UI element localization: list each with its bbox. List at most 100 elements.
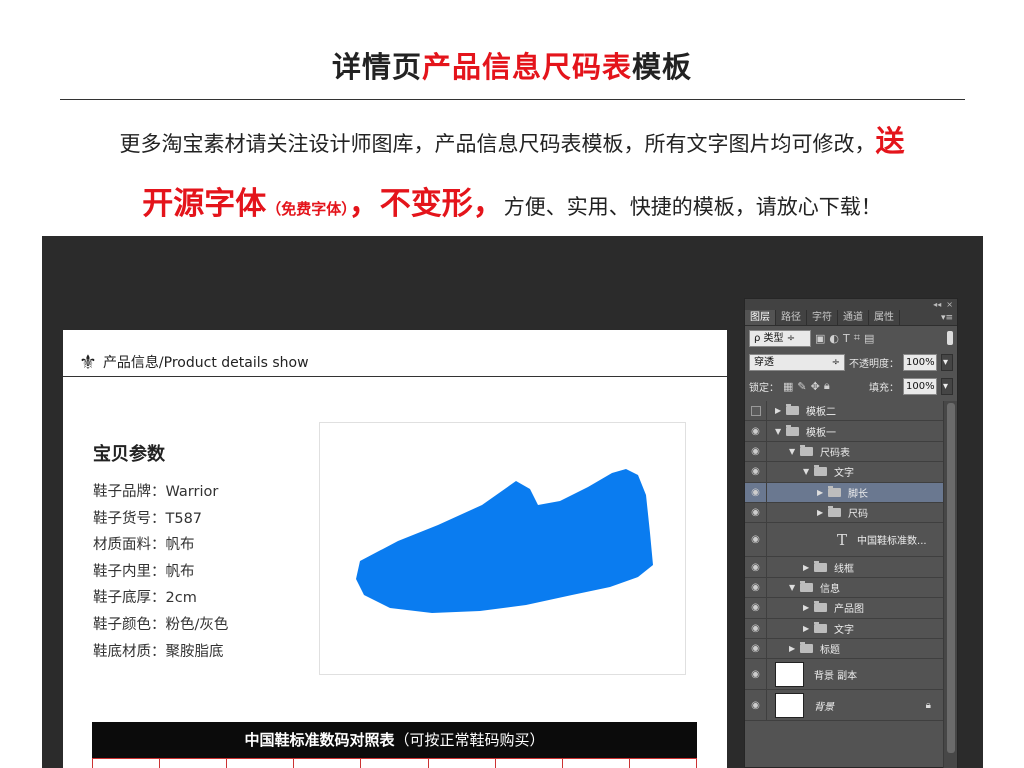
eye-icon[interactable]: ◉ [745,441,767,462]
layer-name: 文字 [834,468,854,480]
filter-toggle[interactable] [947,331,953,345]
table-cell [160,758,228,768]
layer-row[interactable]: ◉ ▶ 脚长 [745,482,943,503]
adjustment-filter-icon[interactable]: ◐ [829,332,839,345]
params-list: 鞋子品牌：Warrior 鞋子货号：T587 材质面料：帆布 鞋子内里：帆布 鞋… [93,480,228,666]
layer-row[interactable]: ◉ ▼ 文字 [745,462,943,483]
layer-content: ▼ 文字 [767,464,854,479]
expand-right-icon[interactable]: ▶ [817,508,825,517]
eye-icon[interactable]: ◉ [745,638,767,659]
tab-properties[interactable]: 属性 [869,310,900,325]
shape-filter-icon[interactable]: ⌗ [854,331,860,345]
expand-right-icon[interactable]: ▶ [803,563,811,572]
fill-input[interactable]: 100% [903,377,937,395]
tab-layers[interactable]: 图层 [745,310,776,325]
layer-row[interactable]: ◉ ▼ 尺码表 [745,441,943,463]
smart-object-filter-icon[interactable]: ▤ [864,332,874,345]
layer-content: ▶ 文字 [767,621,854,636]
expand-right-icon[interactable]: ▶ [789,644,797,653]
layer-row[interactable]: ◉ 背景 副本 [745,659,943,691]
size-chart-title: 中国鞋标准数码对照表 [244,731,395,749]
param-row: 鞋子内里：帆布 [93,563,195,580]
eye-icon[interactable]: ◉ [745,577,767,598]
intro-text-1: 更多淘宝素材请关注设计师图库，产品信息尺码表模板，所有文字图片均可修改， [119,132,876,156]
layer-name: 信息 [820,583,840,595]
layer-filter-select[interactable]: ρ 类型 ÷ [749,329,811,347]
scrollbar-thumb[interactable] [947,403,955,753]
param-row: 鞋子货号：T587 [93,510,203,527]
layer-content: ▼ 信息 [767,580,840,595]
expand-down-icon[interactable]: ▼ [789,583,797,592]
visibility-toggle[interactable] [745,401,767,421]
lock-all-icon[interactable]: 🔒︎ [824,379,830,393]
panel-titlebar[interactable]: ◂◂ × [745,299,957,310]
layer-row[interactable]: ▶ 模板二 [745,401,943,422]
eye-icon[interactable]: ◉ [745,462,767,482]
hidden-box-icon [750,405,761,416]
fill-dropdown-icon[interactable]: ▾ [941,377,953,395]
layer-row[interactable]: ◉ ▶ 标题 [745,638,943,660]
folder-icon [828,485,841,497]
eye-icon[interactable]: ◉ [745,659,767,690]
tab-character[interactable]: 字符 [807,310,838,325]
expand-right-icon[interactable]: ▶ [775,406,783,415]
folder-icon [786,424,799,436]
layer-row[interactable]: ◉ ▶ 尺码 [745,502,943,524]
opacity-label: 不透明度： [849,358,899,370]
product-image-frame[interactable] [319,422,686,675]
table-cell [428,758,496,768]
lock-pixels-icon[interactable]: ✎ [797,380,806,393]
document-canvas[interactable]: ⚜ 产品信息/Product details show 宝贝参数 鞋子品牌：Wa… [63,330,727,768]
layer-row[interactable]: ◉ ▶ 线框 [745,557,943,578]
eye-icon[interactable]: ◉ [745,482,767,502]
layer-row[interactable]: ◉ ▶ 产品图 [745,598,943,619]
expand-right-icon[interactable]: ▶ [817,488,825,497]
headline-part1: 详情页 [331,50,422,84]
expand-down-icon[interactable]: ▼ [803,467,811,476]
layer-row[interactable]: ◉ ▼ 信息 [745,577,943,599]
layer-row[interactable]: ◉ ▶ 文字 [745,618,943,639]
eye-icon[interactable]: ◉ [745,618,767,638]
text-filter-icon[interactable]: T [843,332,850,345]
eye-icon[interactable]: ◉ [745,557,767,577]
layer-name: 模板一 [806,427,836,439]
layer-content: ▶ 尺码 [767,505,868,520]
layer-row[interactable]: ◉ 背景 🔒︎ [745,690,943,722]
expand-right-icon[interactable]: ▶ [803,624,811,633]
layer-row[interactable]: ◉ T 中国鞋标准数... [745,523,943,558]
lock-transparency-icon[interactable]: ▦ [783,380,793,393]
layers-panel: ◂◂ × 图层 路径 字符 通道 属性 ▾≡ ρ 类型 ÷ ▣ ◐ T ⌗ ▤ … [744,298,958,768]
layer-name: 标题 [820,645,840,657]
collapse-icon[interactable]: ◂◂ [933,300,941,309]
eye-icon[interactable]: ◉ [745,598,767,618]
close-icon[interactable]: × [946,300,953,309]
lock-position-icon[interactable]: ✥ [811,380,820,393]
size-chart-subtitle: （可按正常鞋码购买） [394,731,545,749]
tab-paths[interactable]: 路径 [776,310,807,325]
eye-icon[interactable]: ◉ [745,421,767,441]
folder-icon [814,621,827,633]
expand-down-icon[interactable]: ▼ [775,427,783,436]
layer-name: 尺码表 [820,447,850,459]
eye-icon[interactable]: ◉ [745,690,767,721]
opacity-dropdown-icon[interactable]: ▾ [941,353,953,371]
blend-mode-select[interactable]: 穿透 ÷ [749,353,845,371]
image-filter-icon[interactable]: ▣ [815,332,825,345]
expand-right-icon[interactable]: ▶ [803,603,811,612]
panel-menu-icon[interactable]: ▾≡ [941,310,957,325]
folder-icon [800,444,813,456]
panel-tabs: 图层 路径 字符 通道 属性 ▾≡ [745,310,957,326]
layer-row[interactable]: ◉ ▼ 模板一 [745,421,943,442]
eye-icon[interactable]: ◉ [745,523,767,557]
expand-down-icon[interactable]: ▼ [789,447,797,456]
eye-icon[interactable]: ◉ [745,502,767,523]
layers-scrollbar[interactable] [943,401,957,768]
filter-row: ρ 类型 ÷ ▣ ◐ T ⌗ ▤ [745,326,957,350]
param-row: 鞋子品牌：Warrior [93,484,219,500]
table-cell [93,758,161,768]
blend-mode-value: 穿透 [754,356,774,368]
folder-icon [786,404,799,416]
tab-channels[interactable]: 通道 [838,310,869,325]
opacity-input[interactable]: 100% [903,353,937,371]
fill-label: 填充： [869,382,899,394]
